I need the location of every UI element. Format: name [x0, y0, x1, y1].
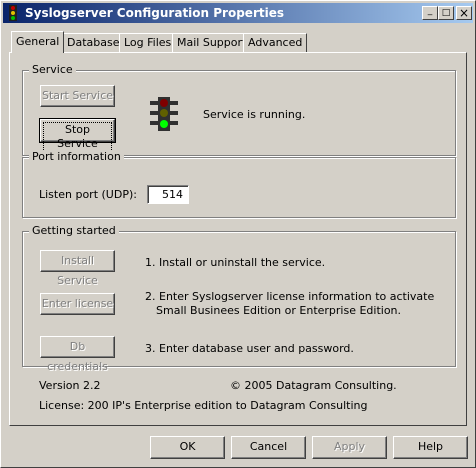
- start-service-button[interactable]: Start Service: [40, 85, 115, 107]
- minimize-icon: _: [427, 5, 433, 16]
- listen-port-input[interactable]: 514: [147, 185, 189, 204]
- traffic-light-green-icon: [150, 97, 178, 131]
- maximize-icon: □: [441, 7, 451, 18]
- port-group-label: Port information: [29, 150, 124, 163]
- service-status-text: Service is running.: [203, 108, 306, 121]
- version-text: Version 2.2: [39, 379, 101, 392]
- tab-advanced[interactable]: Advanced: [243, 33, 308, 52]
- tab-database[interactable]: Database: [62, 33, 125, 52]
- db-instruction: 3. Enter database user and password.: [145, 342, 354, 355]
- help-button[interactable]: Help: [393, 436, 468, 459]
- getting-started-group-label: Getting started: [29, 224, 119, 237]
- maximize-button[interactable]: □: [438, 6, 454, 20]
- copyright-text: © 2005 Datagram Consulting.: [230, 379, 397, 392]
- close-button[interactable]: ×: [456, 6, 472, 20]
- cancel-button[interactable]: Cancel: [231, 436, 306, 459]
- apply-button[interactable]: Apply: [312, 436, 387, 459]
- general-tab-page: Service Start Service Stop Service Servi…: [9, 52, 467, 426]
- minimize-button[interactable]: _: [422, 6, 438, 20]
- tab-mail-support[interactable]: Mail Support: [172, 33, 252, 52]
- tab-log-files[interactable]: Log Files: [119, 33, 177, 52]
- install-instruction: 1. Install or uninstall the service.: [145, 256, 326, 269]
- service-group-label: Service: [29, 63, 76, 76]
- window-title: Syslogserver Configuration Properties: [25, 6, 284, 20]
- listen-port-label: Listen port (UDP):: [39, 188, 137, 201]
- app-traffic-light-icon: [9, 5, 17, 21]
- tab-general[interactable]: General: [11, 31, 65, 53]
- properties-dialog: Syslogserver Configuration Properties _ …: [0, 0, 476, 468]
- enter-license-button[interactable]: Enter license: [40, 293, 115, 315]
- tab-label: Log Files: [124, 36, 172, 49]
- license-instruction-line-2: Small Businees Edition or Enterprise Edi…: [156, 304, 402, 317]
- tab-label: Advanced: [248, 36, 303, 49]
- license-text: License: 200 IP's Enterprise edition to …: [39, 399, 368, 412]
- stop-service-button[interactable]: Stop Service: [39, 118, 116, 152]
- tab-label: General: [16, 35, 60, 48]
- title-bar[interactable]: Syslogserver Configuration Properties _ …: [3, 3, 473, 23]
- stop-service-label: Stop Service: [43, 122, 112, 152]
- ok-button[interactable]: OK: [150, 436, 225, 459]
- tab-label: Database: [67, 36, 120, 49]
- tab-label: Mail Support: [177, 36, 247, 49]
- db-credentials-button[interactable]: Db credentials: [40, 336, 115, 373]
- close-icon: ×: [458, 5, 470, 20]
- install-service-button[interactable]: Install Service: [40, 250, 115, 287]
- license-instruction-line-1: 2. Enter Syslogserver license informatio…: [145, 290, 435, 303]
